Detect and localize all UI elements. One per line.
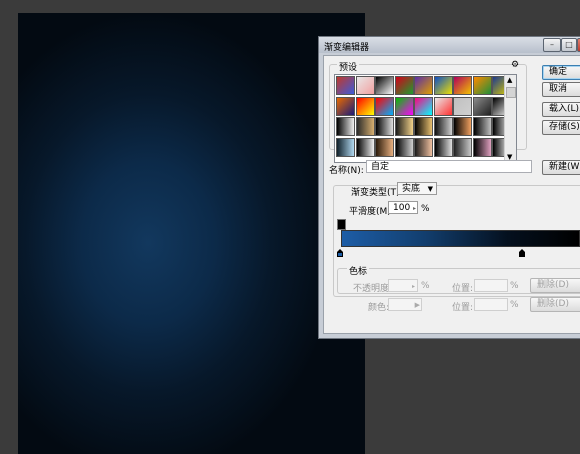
- color-stops-label: 色标: [347, 264, 370, 277]
- gradient-type-select[interactable]: 实底 ▼: [397, 182, 437, 195]
- preset-swatch[interactable]: [433, 96, 453, 116]
- preset-swatch[interactable]: [453, 137, 472, 157]
- preset-swatch[interactable]: [394, 117, 414, 136]
- preset-swatch[interactable]: [336, 96, 355, 116]
- color-location-input[interactable]: [474, 298, 508, 311]
- title-bar: 渐变编辑器 – □ ✕: [319, 37, 580, 53]
- gradient-preview-bar[interactable]: [341, 230, 580, 247]
- preset-swatch[interactable]: [375, 96, 394, 116]
- scroll-thumb[interactable]: [506, 87, 516, 98]
- gradient-type-label: 渐变类型(T):: [351, 188, 403, 198]
- dialog-title: 渐变编辑器: [324, 43, 370, 53]
- preset-swatch[interactable]: [433, 76, 453, 95]
- preset-swatch[interactable]: [414, 117, 433, 136]
- load-button[interactable]: 载入(L)...: [542, 102, 580, 117]
- preset-swatch[interactable]: [355, 117, 375, 136]
- preset-swatch[interactable]: [414, 137, 433, 157]
- preset-swatch[interactable]: [472, 96, 492, 116]
- new-button[interactable]: 新建(W): [542, 160, 580, 175]
- color-stop-right[interactable]: [519, 249, 526, 258]
- scroll-up-icon[interactable]: ▲: [507, 76, 512, 84]
- chevron-right-icon[interactable]: ▸: [412, 280, 415, 293]
- preset-swatch[interactable]: [433, 137, 453, 157]
- preset-swatch[interactable]: [394, 96, 414, 116]
- preset-swatch[interactable]: [433, 117, 453, 136]
- preset-swatch[interactable]: [355, 137, 375, 157]
- color-swatch-input[interactable]: ▶: [388, 298, 422, 311]
- delete-opacity-stop-button[interactable]: 删除(D): [530, 278, 580, 293]
- color-location-label: 位置:: [452, 303, 474, 313]
- smoothness-value: 100: [393, 203, 411, 213]
- opacity-location-label: 位置:: [452, 284, 474, 294]
- preset-swatch[interactable]: [453, 117, 472, 136]
- delete-color-stop-button[interactable]: 删除(D): [530, 297, 580, 312]
- preset-swatch[interactable]: [472, 137, 492, 157]
- opacity-percent: %: [421, 281, 430, 291]
- minimize-button[interactable]: –: [543, 38, 561, 52]
- preset-swatch[interactable]: [453, 76, 472, 95]
- preset-swatch-grid: ▲ ▼: [334, 74, 517, 163]
- preset-swatch[interactable]: [355, 96, 375, 116]
- preset-swatch[interactable]: [394, 137, 414, 157]
- color-label: 颜色:: [368, 303, 390, 313]
- chevron-right-icon[interactable]: ▸: [413, 202, 416, 215]
- preset-swatch[interactable]: [414, 76, 433, 95]
- maximize-button[interactable]: □: [561, 38, 577, 52]
- opacity-location-input[interactable]: [474, 279, 508, 292]
- opacity-input[interactable]: ▸: [388, 279, 418, 292]
- name-input[interactable]: 自定: [366, 160, 532, 173]
- preset-swatch[interactable]: [375, 137, 394, 157]
- presets-label: 预设: [337, 60, 360, 73]
- preset-swatch[interactable]: [394, 76, 414, 95]
- opacity-stop-left[interactable]: [337, 219, 346, 230]
- preset-swatch[interactable]: [375, 117, 394, 136]
- preset-swatch[interactable]: [472, 117, 492, 136]
- document-canvas: [18, 13, 365, 454]
- preset-swatch[interactable]: [472, 76, 492, 95]
- gear-icon[interactable]: ⚙: [511, 60, 519, 70]
- ok-button[interactable]: 确定: [542, 65, 580, 80]
- smoothness-percent: %: [421, 204, 430, 214]
- preset-scrollbar[interactable]: ▲ ▼: [504, 75, 516, 162]
- color-stop-left[interactable]: [337, 249, 344, 258]
- cancel-button[interactable]: 取消: [542, 82, 580, 97]
- preset-swatch[interactable]: [375, 76, 394, 95]
- smoothness-input[interactable]: 100 ▸: [388, 201, 418, 214]
- preset-swatch[interactable]: [336, 76, 355, 95]
- opacity-location-percent: %: [510, 281, 519, 291]
- opacity-label: 不透明度:: [353, 284, 393, 294]
- preset-swatch[interactable]: [336, 117, 355, 136]
- gradient-type-value: 实底: [402, 184, 421, 194]
- preset-swatch[interactable]: [336, 137, 355, 157]
- color-location-percent: %: [510, 300, 519, 310]
- save-button[interactable]: 存储(S)...: [542, 120, 580, 135]
- chevron-right-icon[interactable]: ▶: [415, 299, 420, 312]
- preset-swatch[interactable]: [414, 96, 433, 116]
- name-label: 名称(N):: [329, 166, 364, 176]
- preset-swatch[interactable]: [453, 96, 472, 116]
- chevron-down-icon: ▼: [427, 185, 433, 193]
- preset-swatch[interactable]: [355, 76, 375, 95]
